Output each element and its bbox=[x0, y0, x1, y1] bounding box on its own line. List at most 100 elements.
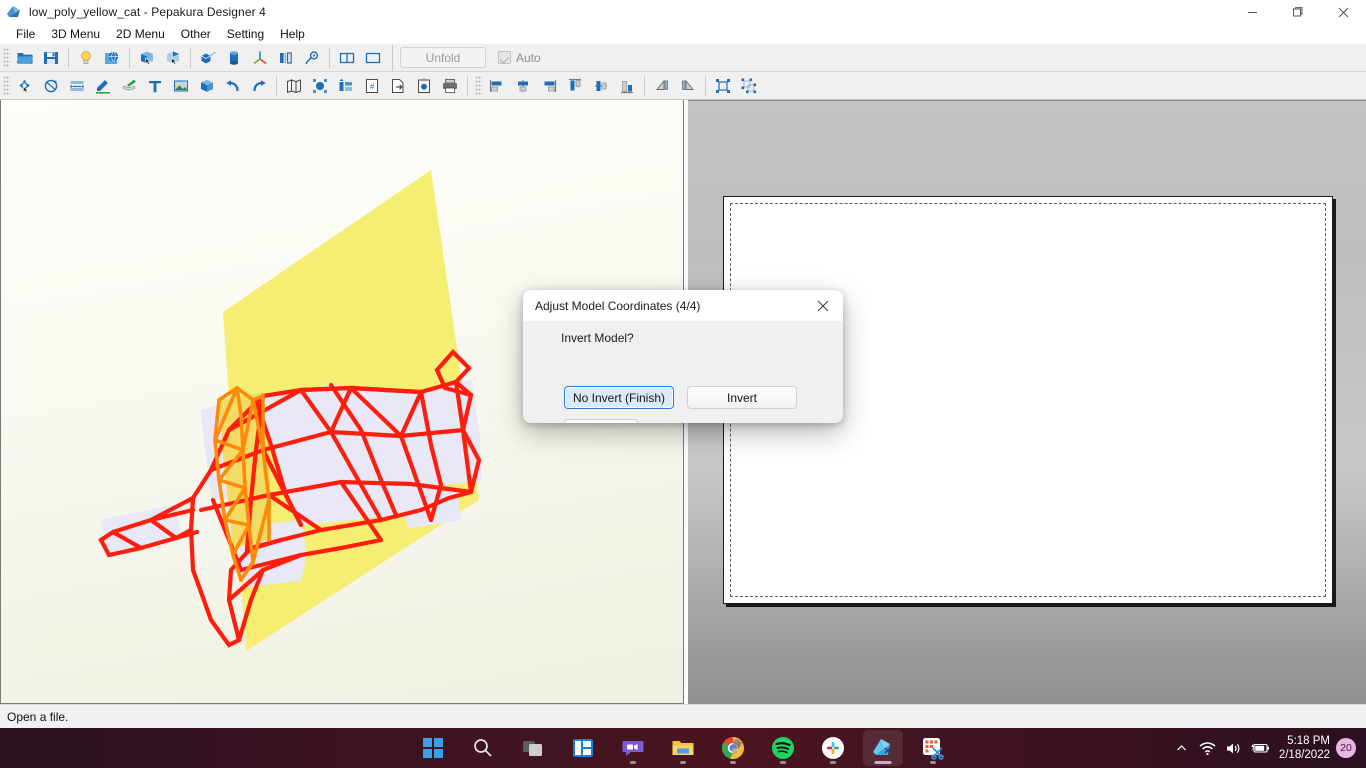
window-controls bbox=[1230, 0, 1366, 24]
clipboard-icon[interactable] bbox=[411, 74, 437, 98]
menu-file[interactable]: File bbox=[8, 25, 43, 43]
open-file-icon[interactable] bbox=[12, 46, 38, 70]
text-tool-icon[interactable] bbox=[142, 74, 168, 98]
status-message: Open a file. bbox=[7, 710, 68, 724]
show-hidden-icons-chevron-up-icon[interactable] bbox=[1169, 728, 1195, 768]
save-file-icon[interactable] bbox=[38, 46, 64, 70]
ungroup-icon[interactable] bbox=[736, 74, 762, 98]
align-middle-icon[interactable] bbox=[588, 74, 614, 98]
clock[interactable]: 5:18 PM 2/18/2022 bbox=[1279, 734, 1330, 762]
auto-checkbox[interactable] bbox=[498, 51, 511, 64]
window-title-text: low_poly_yellow_cat - Pepakura Designer … bbox=[29, 5, 266, 19]
flap-edit-icon[interactable] bbox=[116, 74, 142, 98]
invert-button[interactable]: Invert bbox=[687, 386, 797, 409]
page-number-icon[interactable]: # bbox=[359, 74, 385, 98]
spotify-icon[interactable] bbox=[763, 730, 803, 766]
light-bulb-icon[interactable] bbox=[73, 46, 99, 70]
solid-model-icon[interactable] bbox=[194, 74, 220, 98]
search-icon[interactable] bbox=[463, 730, 503, 766]
toolbar-separator bbox=[644, 76, 645, 96]
align-center-icon[interactable] bbox=[510, 74, 536, 98]
widgets-icon[interactable] bbox=[563, 730, 603, 766]
image-tool-icon[interactable] bbox=[168, 74, 194, 98]
select-face-icon[interactable] bbox=[134, 46, 160, 70]
toolbar-separator bbox=[705, 76, 706, 96]
split-view-icon[interactable] bbox=[273, 46, 299, 70]
no-invert-finish-button[interactable]: No Invert (Finish) bbox=[564, 386, 674, 409]
clock-date: 2/18/2022 bbox=[1279, 748, 1330, 762]
rotate-piece-icon[interactable] bbox=[38, 74, 64, 98]
axis-icon[interactable] bbox=[247, 46, 273, 70]
export-icon[interactable] bbox=[385, 74, 411, 98]
running-indicator bbox=[730, 761, 736, 764]
toolbar-grip[interactable] bbox=[3, 76, 10, 96]
align-left-icon[interactable] bbox=[484, 74, 510, 98]
task-view-icon[interactable] bbox=[513, 730, 553, 766]
back-button[interactable]: << Back bbox=[564, 419, 638, 423]
toolbar-separator bbox=[467, 76, 468, 96]
toolbar-separator bbox=[329, 48, 330, 68]
svg-text:#: # bbox=[370, 82, 375, 91]
menu-2d[interactable]: 2D Menu bbox=[108, 25, 173, 43]
menu-3d[interactable]: 3D Menu bbox=[43, 25, 108, 43]
clock-time: 5:18 PM bbox=[1287, 734, 1330, 748]
align-right-icon[interactable] bbox=[536, 74, 562, 98]
chrome-icon[interactable] bbox=[713, 730, 753, 766]
pepakura-app-icon bbox=[6, 4, 22, 20]
toolbar-grip[interactable] bbox=[3, 48, 10, 68]
single-pane-layout-icon[interactable] bbox=[360, 46, 386, 70]
pepakura-icon[interactable] bbox=[863, 730, 903, 766]
toolbar-grip[interactable] bbox=[475, 76, 482, 96]
teams-chat-icon[interactable] bbox=[613, 730, 653, 766]
start-icon[interactable] bbox=[413, 730, 453, 766]
toolbar-primary: Unfold Auto bbox=[0, 44, 1366, 72]
toolbar-separator bbox=[276, 76, 277, 96]
texture-sphere-icon[interactable] bbox=[99, 46, 125, 70]
two-pane-layout-icon[interactable] bbox=[334, 46, 360, 70]
dialog-title-bar: Adjust Model Coordinates (4/4) bbox=[523, 290, 843, 321]
select-all-icon[interactable] bbox=[307, 74, 333, 98]
running-indicator bbox=[930, 761, 936, 764]
menu-help[interactable]: Help bbox=[272, 25, 313, 43]
menu-other[interactable]: Other bbox=[173, 25, 219, 43]
select-part-icon[interactable] bbox=[160, 46, 186, 70]
group-icon[interactable] bbox=[710, 74, 736, 98]
cylinder-icon[interactable] bbox=[221, 46, 247, 70]
snipping-tool-icon[interactable] bbox=[913, 730, 953, 766]
minimize-button[interactable] bbox=[1230, 0, 1275, 24]
print-icon[interactable] bbox=[437, 74, 463, 98]
notification-badge[interactable]: 20 bbox=[1336, 738, 1356, 758]
wifi-icon[interactable] bbox=[1195, 728, 1221, 768]
paint-box-icon[interactable] bbox=[195, 46, 221, 70]
undo-icon[interactable] bbox=[220, 74, 246, 98]
unfold-button[interactable]: Unfold bbox=[400, 47, 486, 68]
toolbar-separator bbox=[129, 48, 130, 68]
menu-bar: File 3D Menu 2D Menu Other Setting Help bbox=[0, 24, 1366, 44]
redo-icon[interactable] bbox=[246, 74, 272, 98]
layout-pieces-icon[interactable] bbox=[333, 74, 359, 98]
align-bottom-icon[interactable] bbox=[614, 74, 640, 98]
unfold-map-icon[interactable] bbox=[281, 74, 307, 98]
slack-icon[interactable] bbox=[813, 730, 853, 766]
rotate-right-icon[interactable] bbox=[675, 74, 701, 98]
window-title-bar: low_poly_yellow_cat - Pepakura Designer … bbox=[0, 0, 1366, 24]
maximize-button[interactable] bbox=[1275, 0, 1320, 24]
dialog-prompt: Invert Model? bbox=[561, 331, 634, 345]
battery-charging-icon[interactable] bbox=[1247, 728, 1273, 768]
application-window: low_poly_yellow_cat - Pepakura Designer … bbox=[0, 0, 1366, 768]
auto-checkbox-wrapper[interactable]: Auto bbox=[498, 51, 541, 65]
move-piece-icon[interactable] bbox=[12, 74, 38, 98]
edit-line-icon[interactable] bbox=[90, 74, 116, 98]
align-top-icon[interactable] bbox=[562, 74, 588, 98]
close-button[interactable] bbox=[1320, 0, 1366, 24]
close-icon[interactable] bbox=[803, 290, 843, 321]
rotate-model-icon[interactable] bbox=[299, 46, 325, 70]
status-bar: Open a file. bbox=[0, 704, 1366, 728]
file-explorer-icon[interactable] bbox=[663, 730, 703, 766]
volume-icon[interactable] bbox=[1221, 728, 1247, 768]
toolbar-separator bbox=[68, 48, 69, 68]
system-tray: 5:18 PM 2/18/2022 20 bbox=[1169, 728, 1366, 768]
join-disjoin-icon[interactable] bbox=[64, 74, 90, 98]
rotate-left-icon[interactable] bbox=[649, 74, 675, 98]
menu-setting[interactable]: Setting bbox=[219, 25, 272, 43]
